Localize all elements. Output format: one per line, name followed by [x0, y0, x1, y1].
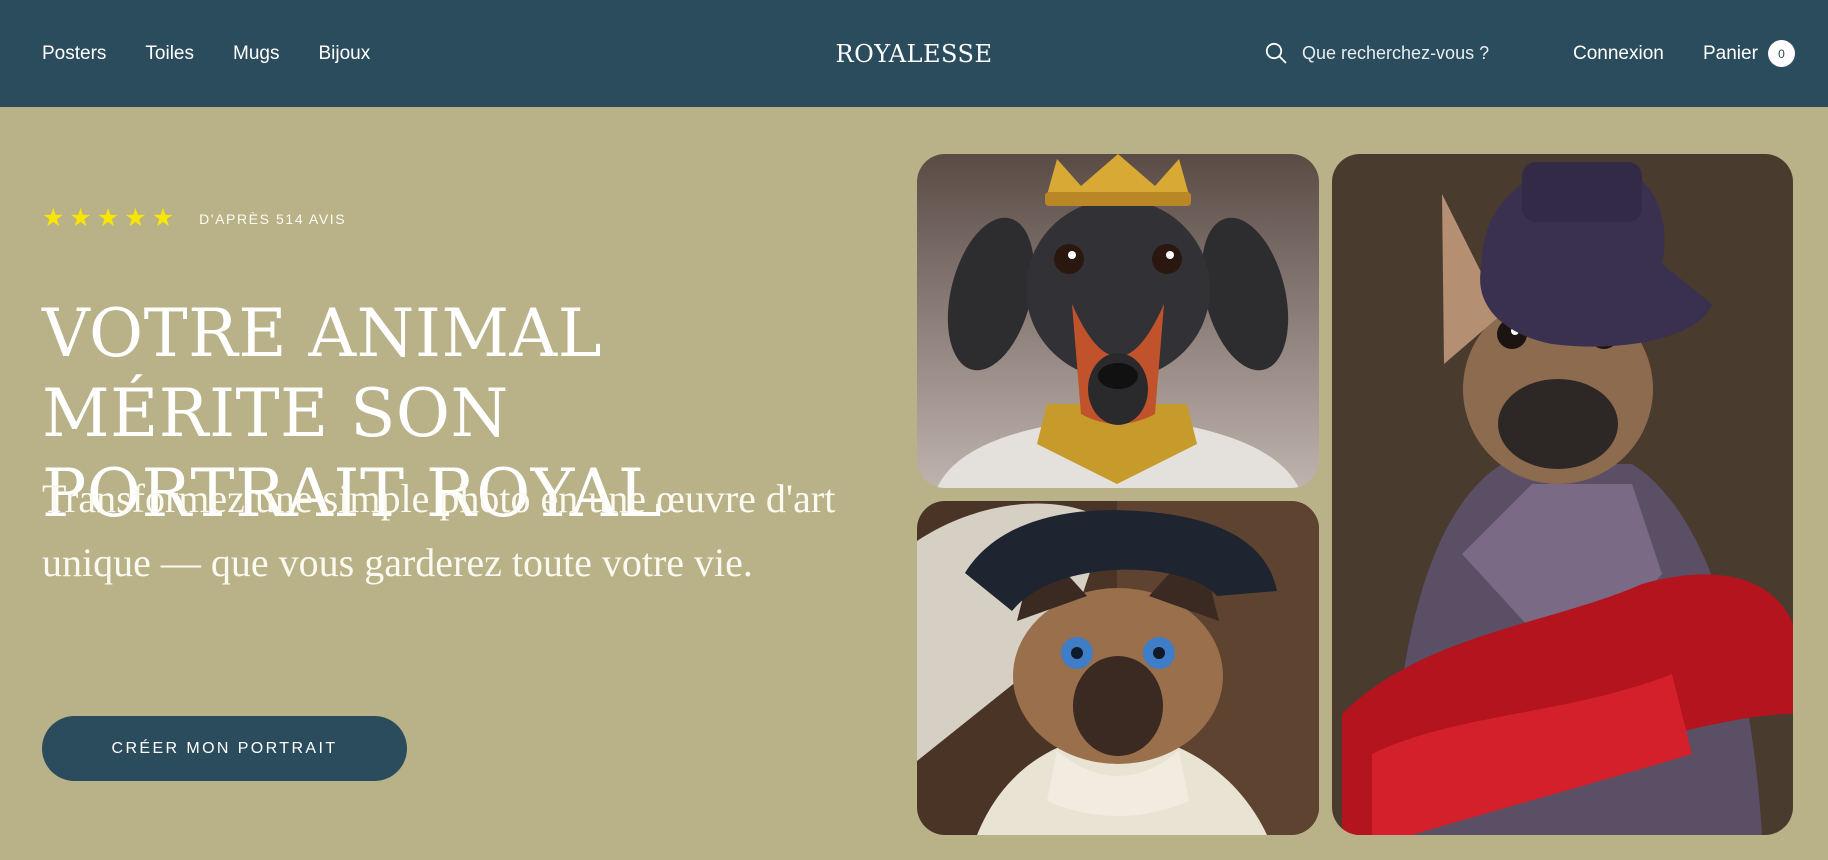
account-label: Connexion: [1573, 42, 1664, 64]
star-icon: ★: [69, 204, 92, 232]
nav-link-toiles[interactable]: Toiles: [145, 43, 194, 65]
nav-link-bijoux[interactable]: Bijoux: [318, 43, 370, 65]
site-header: Posters Toiles Mugs Bijoux ROYALESSE Que…: [0, 0, 1828, 107]
dachshund-king-portrait-image: [917, 154, 1319, 488]
star-icon: ★: [124, 204, 147, 232]
cart-count-badge: 0: [1767, 40, 1795, 67]
search-icon: [1265, 42, 1287, 64]
search-bar[interactable]: Que recherchez-vous ?: [1264, 36, 1489, 70]
search-input[interactable]: Que recherchez-vous ?: [1302, 43, 1489, 64]
cart-link[interactable]: Panier 0: [1703, 0, 1795, 107]
star-icon: ★: [96, 204, 120, 232]
nav-link-posters[interactable]: Posters: [42, 43, 106, 65]
star-icon: ★: [151, 204, 175, 232]
siamese-cat-portrait-image: [917, 501, 1319, 835]
main-nav: Posters Toiles Mugs Bijoux: [42, 0, 370, 107]
french-bulldog-portrait-image: [1332, 154, 1793, 835]
reviews-count: D'APRÈS 514 AVIS: [199, 210, 347, 227]
hero-subline: Transformez une simple photo en une œuvr…: [42, 476, 836, 585]
rating-stars: ★ ★ ★ ★ ★: [42, 206, 174, 231]
cart-label: Panier: [1703, 42, 1758, 64]
create-portrait-button[interactable]: CRÉER MON PORTRAIT: [42, 716, 407, 781]
nav-link-mugs[interactable]: Mugs: [233, 43, 279, 65]
site-logo[interactable]: ROYALESSE: [836, 40, 993, 68]
star-icon: ★: [42, 204, 65, 232]
rating-summary: ★ ★ ★ ★ ★ D'APRÈS 514 AVIS: [42, 206, 346, 231]
account-link[interactable]: Connexion: [1573, 0, 1664, 107]
